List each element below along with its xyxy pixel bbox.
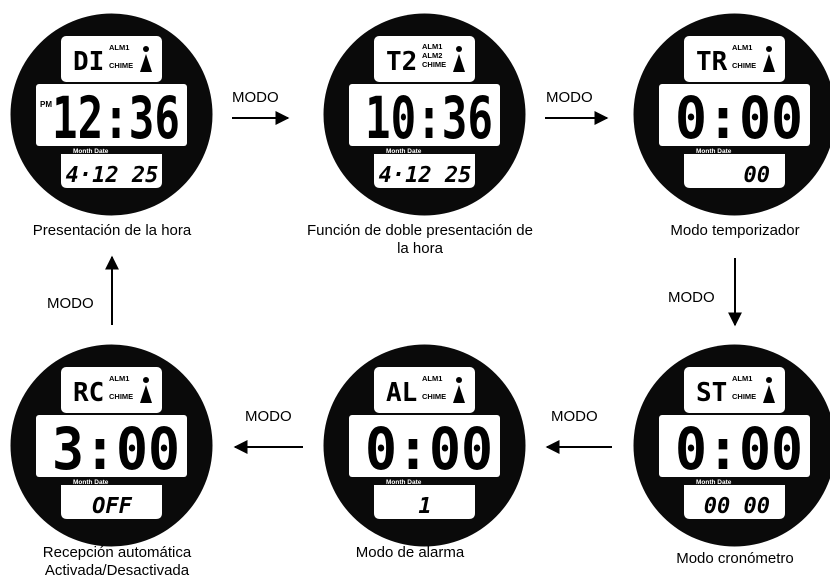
- main-digits: 3:00: [52, 415, 180, 483]
- month-date-label: Month Date: [696, 148, 732, 155]
- bottom-value: 00 00: [704, 494, 770, 519]
- caption-dual-line-1: Función de doble presentación de: [307, 222, 533, 239]
- caption-dual: Función de doble presentación de la hora: [270, 222, 570, 256]
- month-date-label: Month Date: [386, 148, 422, 155]
- month-date-label: Month Date: [696, 479, 732, 486]
- main-digits: 0:00: [675, 84, 803, 152]
- month-date-label: Month Date: [73, 479, 109, 486]
- watch-timer: TR ALM1 CHIME 0:00 Month Date 00: [632, 12, 830, 217]
- mode-code: AL: [386, 378, 417, 408]
- mode-code: ST: [696, 378, 727, 408]
- mode-code: TR: [696, 47, 728, 77]
- indicator-chime: CHIME: [732, 61, 756, 70]
- caption-reception-line-2: Activada/Desactivada: [44, 562, 190, 578]
- watch-alarm: AL ALM1 CHIME 0:00 Month Date 1: [322, 343, 527, 548]
- indicator-alm1: ALM1: [422, 42, 442, 51]
- modo-label-3: MODO: [668, 289, 715, 306]
- watch-reception: RC ALM1 CHIME 3:00 Month Date OFF: [9, 343, 214, 548]
- main-digits: 0:00: [365, 415, 493, 483]
- modo-label-1: MODO: [232, 89, 279, 106]
- main-digits: 12:36: [52, 84, 180, 152]
- caption-timer-line-1: Modo temporizador: [670, 222, 800, 239]
- indicator-chime: CHIME: [422, 60, 446, 69]
- indicator-chime: CHIME: [109, 392, 133, 401]
- main-digits: 10:36: [365, 84, 493, 152]
- caption-reception-line-1: Recepción automática: [42, 544, 192, 561]
- modo-label-4: MODO: [551, 408, 598, 425]
- mode-code: DI: [73, 47, 104, 77]
- mode-code: T2: [386, 47, 417, 77]
- watch-face-alarm: AL ALM1 CHIME 0:00Month Date 1: [323, 344, 526, 547]
- modo-label-6: MODO: [47, 295, 94, 312]
- caption-chrono: Modo cronómetro: [640, 550, 830, 568]
- modo-label-2: MODO: [546, 89, 593, 106]
- indicator-alm1: ALM1: [109, 43, 129, 52]
- indicator-alm2: ALM2: [422, 51, 442, 60]
- indicator-alm1: ALM1: [109, 374, 129, 383]
- mode-cycle-diagram: MODO MODO MODO MODO MODO MODO DI ALM1 CHIM…: [0, 0, 830, 578]
- caption-time-line-1: Presentación de la hora: [32, 222, 192, 239]
- month-date-label: Month Date: [73, 148, 109, 155]
- modo-label-5: MODO: [245, 408, 292, 425]
- caption-alarm: Modo de alarma: [320, 544, 500, 562]
- caption-alarm-line-1: Modo de alarma: [355, 544, 465, 561]
- caption-reception: Recepción automática Activada/Desactivad…: [12, 544, 222, 578]
- watch-face-dual: T2 ALM1ALM2CHIME 10:36Month Date 4·12 25: [323, 13, 526, 216]
- bottom-value: 00: [744, 163, 771, 188]
- watch-dual: T2 ALM1 ALM2 CHIME 10:36 Month Date 4·12 25: [322, 12, 527, 217]
- caption-dual-line-2: la hora: [397, 240, 443, 256]
- watch-face-chrono: ST ALM1 CHIME 0:00Month Date 00 00: [633, 344, 830, 547]
- main-digits: 0:00: [675, 415, 803, 483]
- month-date-label: Month Date: [386, 479, 422, 486]
- bottom-value: 4·12 25: [379, 163, 472, 188]
- caption-timer: Modo temporizador: [640, 222, 830, 240]
- watch-face-timer: TR ALM1 CHIME 0:00Month Date 00: [633, 13, 830, 216]
- bottom-value: OFF: [92, 494, 132, 519]
- caption-chrono-line-1: Modo cronómetro: [676, 550, 794, 567]
- bottom-value: 1: [418, 494, 431, 519]
- caption-time: Presentación de la hora: [12, 222, 212, 240]
- watch-time: DI ALM1 CHIME PM 12:36 Month Date 4·12 25: [9, 12, 214, 217]
- bottom-value: 4·12 25: [66, 163, 159, 188]
- indicator-chime: CHIME: [422, 392, 446, 401]
- pm-indicator: PM: [40, 100, 52, 109]
- indicator-chime: CHIME: [732, 392, 756, 401]
- watch-face-time: DI ALM1 CHIME PM 12:36Month Date 4·12 25: [10, 13, 213, 216]
- indicator-alm1: ALM1: [422, 374, 442, 383]
- mode-code: RC: [73, 378, 104, 408]
- indicator-alm1: ALM1: [732, 43, 752, 52]
- indicator-chime: CHIME: [109, 61, 133, 70]
- watch-chrono: ST ALM1 CHIME 0:00 Month Date 00 00: [632, 343, 830, 548]
- indicator-alm1: ALM1: [732, 374, 752, 383]
- watch-face-reception: RC ALM1 CHIME 3:00Month Date OFF: [10, 344, 213, 547]
